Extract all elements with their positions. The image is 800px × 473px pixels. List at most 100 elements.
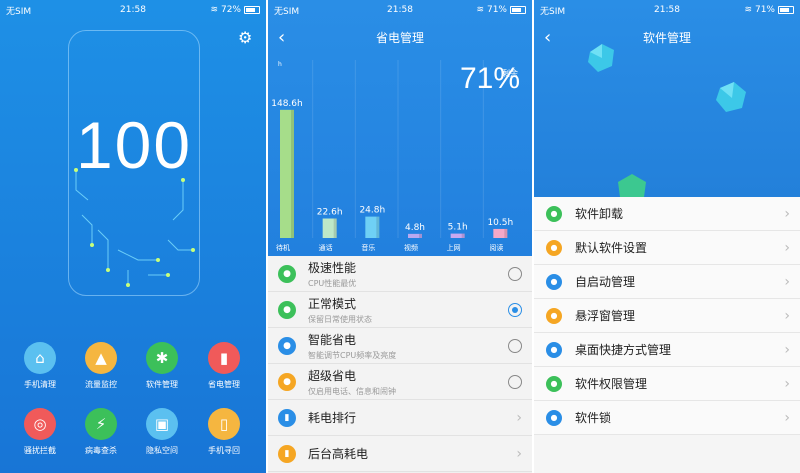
chevron-right-icon: › bbox=[784, 307, 790, 324]
tool-2[interactable]: ✱ 软件管理 bbox=[132, 342, 192, 390]
lock-icon: ▣ bbox=[146, 408, 178, 440]
category-label: 阅读 bbox=[489, 243, 503, 252]
tool-label: 省电管理 bbox=[208, 380, 240, 389]
power-mode-option[interactable]: ● 超级省电仅启用电话、信息和闹钟 bbox=[268, 364, 532, 400]
item-title: 桌面快捷方式管理 bbox=[575, 343, 672, 357]
tool-0[interactable]: ⌂ 手机清理 bbox=[10, 342, 70, 390]
value-label: 4.8h bbox=[405, 223, 425, 233]
item-title: 软件权限管理 bbox=[575, 377, 648, 391]
bar-shade bbox=[419, 233, 422, 238]
mode-subtitle: 保留日常使用状态 bbox=[308, 314, 372, 324]
bar-shade bbox=[461, 233, 465, 238]
gear-icon[interactable]: ⚙ bbox=[238, 28, 252, 47]
value-label: 5.1h bbox=[448, 223, 468, 233]
power-mode-option[interactable]: ● 智能省电智能调节CPU频率及亮度 bbox=[268, 328, 532, 364]
mode-icon: ● bbox=[278, 336, 296, 355]
power-mode-option[interactable]: ● 正常模式 保留日常使用状态 bbox=[268, 292, 532, 328]
software-menu-item[interactable]: ● 软件锁 › bbox=[534, 401, 800, 435]
software-management-screen: 无SIM 21:58 ≋ 71% ‹ 软件管理 ● 软件卸载 › ● 默认软件设置 › ● 自… bbox=[534, 0, 800, 473]
battery-remaining-label: 剩余 bbox=[502, 69, 518, 78]
item-icon: ● bbox=[546, 375, 562, 392]
y-axis-label: h bbox=[278, 61, 282, 68]
power-link-item[interactable]: ▮ 后台高耗电 › bbox=[268, 436, 532, 472]
status-bar: 无SIM 21:58 ≋ 72% bbox=[0, 0, 266, 20]
battery-icon: ▮ bbox=[208, 342, 240, 374]
tool-label: 病毒查杀 bbox=[85, 446, 117, 455]
chevron-right-icon: › bbox=[784, 409, 790, 426]
phone-icon: ▯ bbox=[208, 408, 240, 440]
tool-label: 流量监控 bbox=[85, 380, 117, 389]
mode-radio[interactable] bbox=[508, 374, 522, 389]
mode-radio[interactable] bbox=[508, 302, 522, 317]
chevron-right-icon: › bbox=[784, 239, 790, 256]
item-icon: ● bbox=[546, 273, 562, 290]
battery-icon bbox=[244, 6, 260, 14]
back-button[interactable]: ‹ bbox=[278, 20, 285, 56]
battery-percent: 72% bbox=[220, 5, 241, 15]
category-label: 音乐 bbox=[361, 243, 375, 252]
carrier-label: 无SIM bbox=[6, 6, 32, 17]
chevron-right-icon: › bbox=[784, 273, 790, 290]
mode-subtitle: 智能调节CPU频率及亮度 bbox=[308, 350, 397, 360]
shield-icon: ⚡ bbox=[85, 408, 117, 440]
power-link-item[interactable]: ▮ 耗电排行 › bbox=[268, 400, 532, 436]
mode-icon: ● bbox=[278, 300, 296, 319]
status-bar: 无SIM 21:58 ≋ 71% bbox=[268, 0, 532, 20]
header: ‹ 省电管理 bbox=[268, 20, 532, 56]
tool-7[interactable]: ▯ 手机寻回 bbox=[194, 408, 254, 456]
software-menu-item[interactable]: ● 软件权限管理 › bbox=[534, 367, 800, 401]
mode-title: 智能省电 bbox=[308, 332, 357, 347]
software-menu-item[interactable]: ● 软件卸载 › bbox=[534, 197, 800, 231]
item-icon: ● bbox=[546, 307, 562, 324]
bar-shade bbox=[333, 218, 337, 238]
item-title: 软件卸载 bbox=[575, 207, 624, 221]
battery-icon bbox=[778, 6, 794, 14]
page-title: 软件管理 bbox=[642, 31, 691, 45]
bar-shade bbox=[504, 228, 508, 238]
software-menu-item[interactable]: ● 悬浮窗管理 › bbox=[534, 299, 800, 333]
page-title: 省电管理 bbox=[375, 31, 424, 45]
tool-label: 手机清理 bbox=[24, 380, 56, 389]
chart-icon: ▲ bbox=[85, 342, 117, 374]
mode-title: 超级省电 bbox=[308, 368, 357, 383]
chevron-right-icon: › bbox=[516, 445, 522, 462]
tool-3[interactable]: ▮ 省电管理 bbox=[194, 342, 254, 390]
bar-group: 4.8h 视频 bbox=[404, 223, 425, 252]
bar-group: 10.5h 阅读 bbox=[487, 218, 513, 252]
power-management-screen: h 148.6h 待机 22.6h 通话 24.8h 音乐 4.8h 视频 5.1h 上网 10.5h… bbox=[268, 0, 532, 473]
header: ‹ 软件管理 bbox=[534, 20, 800, 56]
mode-radio[interactable] bbox=[508, 266, 522, 281]
item-icon: ● bbox=[546, 205, 562, 222]
carrier-label: 无SIM bbox=[540, 6, 566, 17]
mode-radio[interactable] bbox=[508, 338, 522, 353]
tool-6[interactable]: ▣ 隐私空间 bbox=[132, 408, 192, 456]
value-label: 10.5h bbox=[487, 218, 513, 228]
chevron-right-icon: › bbox=[784, 341, 790, 358]
link-icon: ▮ bbox=[278, 408, 296, 427]
link-icon: ▮ bbox=[278, 444, 296, 463]
power-mode-option[interactable]: ● 极速性能 CPU性能最优 bbox=[268, 256, 532, 292]
category-label: 视频 bbox=[404, 243, 418, 252]
wifi-icon: ≋ bbox=[476, 5, 484, 15]
mode-icon: ● bbox=[278, 372, 296, 391]
software-menu-item[interactable]: ● 默认软件设置 › bbox=[534, 231, 800, 265]
chevron-right-icon: › bbox=[784, 205, 790, 222]
item-icon: ● bbox=[546, 341, 562, 358]
bar-group: 22.6h 通话 bbox=[317, 208, 343, 252]
tool-4[interactable]: ◎ 骚扰拦截 bbox=[10, 408, 70, 456]
mode-subtitle: 仅启用电话、信息和闹钟 bbox=[308, 386, 396, 396]
bar-shade bbox=[376, 216, 380, 238]
battery-percent: 71% bbox=[754, 5, 775, 15]
mode-icon: ● bbox=[278, 264, 296, 283]
category-label: 上网 bbox=[447, 243, 461, 252]
back-button[interactable]: ‹ bbox=[544, 20, 551, 56]
value-label: 24.8h bbox=[359, 206, 385, 216]
wifi-icon: ≋ bbox=[744, 5, 752, 15]
item-icon: ● bbox=[546, 409, 562, 426]
item-title: 自启动管理 bbox=[575, 275, 636, 289]
software-menu-item[interactable]: ● 自启动管理 › bbox=[534, 265, 800, 299]
tool-5[interactable]: ⚡ 病毒查杀 bbox=[71, 408, 131, 456]
tool-1[interactable]: ▲ 流量监控 bbox=[71, 342, 131, 390]
mode-subtitle: CPU性能最优 bbox=[308, 278, 357, 288]
software-menu-item[interactable]: ● 桌面快捷方式管理 › bbox=[534, 333, 800, 367]
